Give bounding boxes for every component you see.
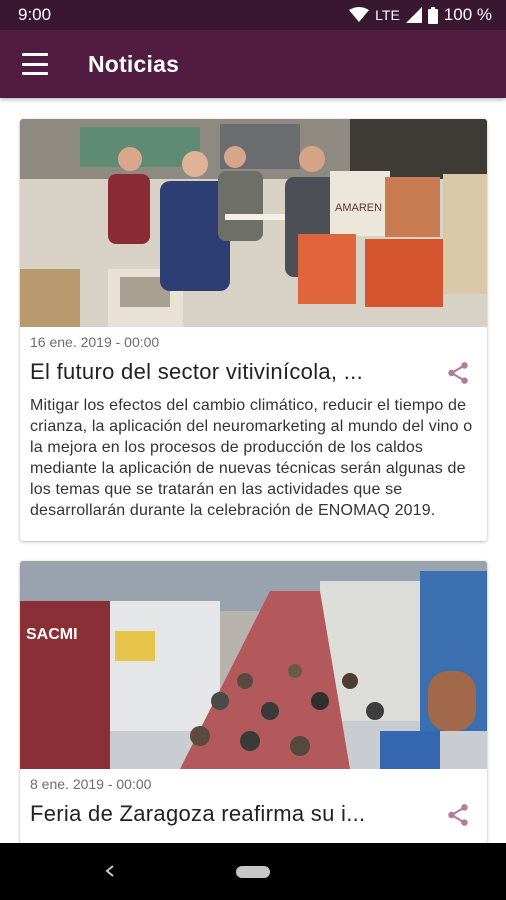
news-list[interactable]: AMAREN 16 ene. 2019 - 00:00 El futuro de… <box>0 98 506 843</box>
news-title[interactable]: Feria de Zaragoza reafirma su i... <box>30 801 430 827</box>
battery-level: 100 % <box>443 5 492 24</box>
news-image[interactable]: SACMI <box>20 561 487 769</box>
share-icon[interactable] <box>445 360 471 386</box>
home-pill-icon[interactable] <box>236 866 270 878</box>
news-card[interactable]: SACMI 8 ene. 2019 - 00:00 Feria de Zarag… <box>20 561 487 843</box>
page-title: Noticias <box>88 50 180 77</box>
signal-icon <box>405 7 422 23</box>
app-bar: Noticias <box>0 30 506 98</box>
box-label: AMAREN <box>335 202 382 214</box>
news-card[interactable]: AMAREN 16 ene. 2019 - 00:00 El futuro de… <box>20 119 487 541</box>
status-icons: LTE 100 % <box>349 5 492 25</box>
news-date: 8 ene. 2019 - 00:00 <box>30 776 152 792</box>
stand-label: SACMI <box>26 626 78 643</box>
wifi-icon <box>349 7 370 22</box>
network-type: LTE <box>375 7 400 23</box>
hamburger-menu-icon[interactable] <box>22 53 48 75</box>
news-title[interactable]: El futuro del sector vitivinícola, ... <box>30 359 430 385</box>
news-image[interactable]: AMAREN <box>20 119 487 327</box>
news-date: 16 ene. 2019 - 00:00 <box>30 334 160 350</box>
share-icon[interactable] <box>445 802 471 828</box>
navigation-bar <box>0 843 506 900</box>
status-time: 9:00 <box>18 5 52 24</box>
battery-icon <box>427 6 438 24</box>
status-bar: 9:00 LTE 100 % <box>0 0 506 30</box>
news-summary: Mitigar los efectos del cambio climático… <box>30 397 473 519</box>
back-chevron-icon[interactable] <box>100 857 120 885</box>
